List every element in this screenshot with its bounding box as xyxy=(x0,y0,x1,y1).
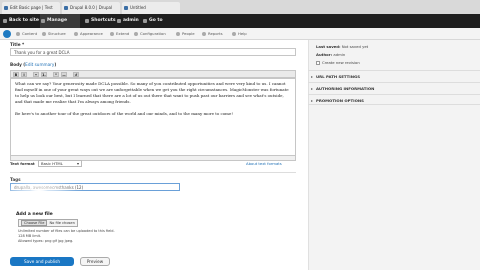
manage-tab[interactable]: Manage xyxy=(40,14,80,28)
save-and-publish-button[interactable]: Save and publish xyxy=(10,257,74,266)
menu-item-reports[interactable]: Reports xyxy=(202,28,223,40)
file-status: No file chosen xyxy=(49,221,75,225)
menu-item-people[interactable]: People xyxy=(176,28,195,40)
upload-help-line: 128 MB limit. xyxy=(18,234,42,238)
blockquote-button[interactable]: “ xyxy=(53,72,59,77)
body-editor[interactable]: What can we say? Your generosity made DC… xyxy=(10,78,296,156)
authoring-information-section[interactable]: ▸ AUTHORING INFORMATION xyxy=(308,82,480,93)
appearance-icon xyxy=(74,32,78,36)
admin-menu: Content Structure Appearance Extend Conf… xyxy=(0,28,480,40)
editor-toolbar: B I • 1. “ — ↺ xyxy=(10,70,296,78)
favicon-icon xyxy=(64,6,68,10)
bullet-list-button[interactable]: • xyxy=(33,72,39,77)
title-label: Title * xyxy=(10,42,25,47)
text-format-select[interactable]: Basic HTML xyxy=(38,160,82,167)
title-input[interactable]: Thank you for a great DCLA xyxy=(10,48,296,56)
text-format-help: About text formats xyxy=(246,161,282,166)
edit-summary-link[interactable]: Edit summary xyxy=(25,62,54,67)
tags-label: Tags xyxy=(10,177,21,182)
user-icon xyxy=(117,19,121,23)
star-icon xyxy=(85,19,89,23)
wrench-icon xyxy=(134,32,138,36)
choose-file-button[interactable]: Choose File xyxy=(21,220,48,226)
rule-button[interactable]: — xyxy=(61,72,67,77)
body-paragraph: Be here's to another tour of the great o… xyxy=(15,111,233,116)
caret-right-icon: ▸ xyxy=(311,98,314,103)
upload-help-line: Allowed types: png gif jpg jpeg. xyxy=(18,239,74,243)
browser-tab[interactable]: Edit Basic page | Test xyxy=(2,2,60,14)
body-label: Body (Edit summary) xyxy=(10,62,57,67)
author-info: Author: admin xyxy=(316,52,346,57)
content-icon xyxy=(16,32,20,36)
caret-right-icon: ▸ xyxy=(311,86,314,91)
structure-icon xyxy=(42,32,46,36)
file-input[interactable]: Choose File No file chosen xyxy=(18,219,78,227)
browser-tab[interactable]: Untitled xyxy=(122,2,180,14)
goto-icon xyxy=(143,19,147,23)
upload-help-line: Unlimited number of files can be uploade… xyxy=(18,229,115,233)
menu-item-configuration[interactable]: Configuration xyxy=(134,28,166,40)
menu-item-appearance[interactable]: Appearance xyxy=(74,28,103,40)
favicon-icon xyxy=(4,6,8,10)
help-icon xyxy=(232,32,236,36)
about-text-formats-link[interactable]: About text formats xyxy=(246,161,282,166)
browser-tabbar: Edit Basic page | Test Drupal 8.0.0 | Dr… xyxy=(0,0,480,14)
admin-toolbar: Back to site Manage Shortcuts admin Go t… xyxy=(0,14,480,28)
divider xyxy=(10,172,296,173)
revision-checkbox[interactable] xyxy=(316,61,320,65)
promotion-options-section[interactable]: ▸ PROMOTION OPTIONS xyxy=(308,94,480,105)
menu-item-content[interactable]: Content xyxy=(16,28,37,40)
italic-button[interactable]: I xyxy=(21,72,27,77)
user-tab[interactable]: admin xyxy=(116,14,139,28)
menu-item-structure[interactable]: Structure xyxy=(42,28,66,40)
body-paragraph: What can we say? Your generosity made DC… xyxy=(15,81,289,104)
caret-right-icon: ▸ xyxy=(311,74,314,79)
add-file-title: Add a new file xyxy=(16,212,53,217)
drupal-logo-icon[interactable] xyxy=(3,30,11,38)
url-path-settings-section[interactable]: ▸ URL PATH SETTINGS xyxy=(308,70,480,81)
preview-button[interactable]: Preview xyxy=(80,257,110,266)
source-button[interactable]: ↺ xyxy=(73,72,79,77)
goto-tab[interactable]: Go to xyxy=(142,14,163,28)
last-saved-info: Last saved: Not saved yet xyxy=(316,44,369,49)
text-format-label: Text format xyxy=(10,161,35,166)
extend-icon xyxy=(110,32,114,36)
numbered-list-button[interactable]: 1. xyxy=(41,72,47,77)
menu-item-extend[interactable]: Extend xyxy=(110,28,129,40)
reports-icon xyxy=(202,32,206,36)
menu-icon xyxy=(41,19,45,23)
home-icon xyxy=(3,19,7,23)
revision-checkbox-row[interactable]: Create new revision xyxy=(316,60,360,65)
bold-button[interactable]: B xyxy=(13,72,19,77)
menu-item-help[interactable]: Help xyxy=(232,28,247,40)
back-to-site-link[interactable]: Back to site xyxy=(2,14,39,28)
shortcuts-tab[interactable]: Shortcuts xyxy=(84,14,116,28)
favicon-icon xyxy=(124,6,128,10)
browser-tab[interactable]: Drupal 8.0.0 | Drupal xyxy=(62,2,120,14)
people-icon xyxy=(176,32,180,36)
